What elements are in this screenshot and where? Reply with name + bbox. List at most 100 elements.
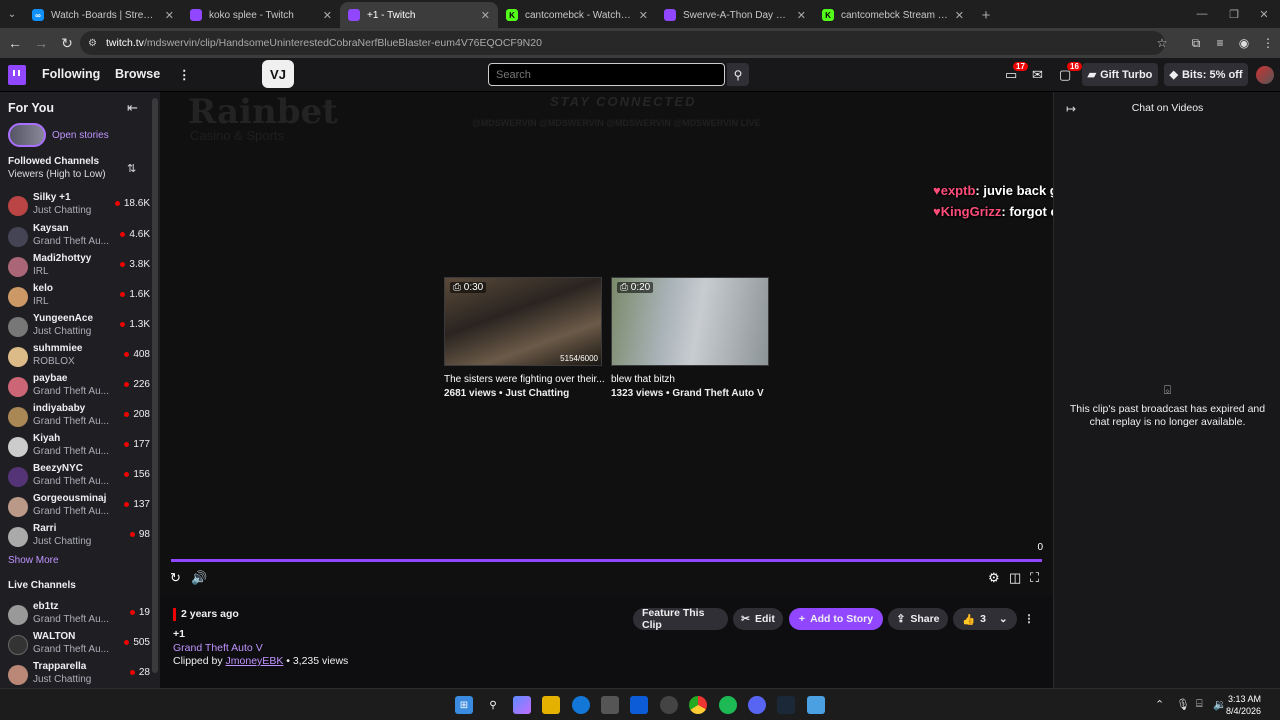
sidebar-scrollbar[interactable] [152, 98, 158, 673]
nav-following[interactable]: Following [42, 67, 100, 81]
share-button[interactable]: ⇪ Share [888, 608, 948, 630]
followed-channel[interactable]: Kaysan Grand Theft Au... 4.6K [8, 223, 150, 251]
clip-thumbnail[interactable]: ⎙ 0:20 [611, 277, 769, 366]
followed-channel[interactable]: YungeenAce Just Chatting 1.3K [8, 313, 150, 341]
collapse-sidebar-icon[interactable]: ⇤ [127, 100, 138, 116]
followed-channel[interactable]: Madi2hottyy IRL 3.8K [8, 253, 150, 281]
clip-thumbnail[interactable]: ⎙ 0:30 5154/6000 [444, 277, 602, 366]
reading-list-icon[interactable]: ≡ [1208, 36, 1232, 50]
site-info-icon[interactable]: ⚙ [88, 38, 97, 49]
extension-button[interactable]: VJ [262, 60, 294, 88]
tray-overflow-icon[interactable]: ⌃ [1155, 698, 1164, 711]
browser-tab[interactable]: Kcantcomebck Stream - Watch L ✕ [814, 2, 972, 28]
speaker-icon[interactable]: 🔉 [1213, 698, 1227, 711]
profile-icon[interactable]: ◉ [1232, 36, 1256, 50]
store-icon[interactable] [601, 696, 619, 714]
edit-button[interactable]: ✂ Edit [733, 608, 783, 630]
nav-browse[interactable]: Browse [115, 67, 160, 81]
back-icon[interactable]: ← [2, 30, 28, 56]
followed-channel[interactable]: Rarri Just Chatting 98 [8, 523, 150, 551]
bookmark-star-icon[interactable]: ☆ [1150, 36, 1174, 50]
followed-channel[interactable]: BeezyNYC Grand Theft Au... 156 [8, 463, 150, 491]
close-tab-icon[interactable]: ✕ [323, 9, 332, 22]
new-tab-button[interactable]: + [972, 2, 1000, 28]
minimize-icon[interactable]: — [1186, 0, 1218, 28]
video-player[interactable]: Rainbet Casino & Sports STAY CONNECTED @… [160, 92, 1053, 595]
live-channel[interactable]: eb1tz Grand Theft Au... 19 [8, 601, 150, 629]
browser-tab-active[interactable]: +1 - Twitch ✕ [340, 2, 498, 28]
volume-icon[interactable]: 🔊 [191, 570, 207, 586]
user-avatar[interactable] [1256, 66, 1274, 84]
discord-icon[interactable] [748, 696, 766, 714]
steam-icon[interactable] [777, 696, 795, 714]
address-bar[interactable]: ⚙ twitch.tv/mdswervin/clip/HandsomeUnint… [80, 31, 1165, 55]
browser-tab[interactable]: Kcantcomebck - Watch clips on K ✕ [498, 2, 656, 28]
clip-title[interactable]: blew that bitzh [611, 374, 776, 385]
chevron-down-icon[interactable]: ⌄ [999, 613, 1008, 625]
live-channel[interactable]: WALTON Grand Theft Au... 505 [8, 631, 150, 659]
search-input[interactable] [488, 63, 725, 86]
browser-menu-icon[interactable]: ⋮ [1256, 36, 1280, 50]
twitch-logo-icon[interactable] [8, 65, 26, 85]
followed-channel[interactable]: indiyababy Grand Theft Au... 208 [8, 403, 150, 431]
inbox-icon[interactable]: ✉ [1032, 67, 1043, 83]
tab-search-icon[interactable]: ⌄ [0, 0, 24, 28]
extensions-icon[interactable]: ⧉ [1184, 36, 1208, 51]
network-icon[interactable]: ⌸ [1196, 698, 1203, 711]
close-tab-icon[interactable]: ✕ [165, 9, 174, 22]
close-tab-icon[interactable]: ✕ [797, 9, 806, 22]
like-button[interactable]: 👍 3 ⌄ [953, 608, 1017, 630]
outlook-icon[interactable] [630, 696, 648, 714]
open-stories[interactable]: Open stories [8, 123, 109, 147]
clip-game-link[interactable]: Grand Theft Auto V [173, 642, 263, 654]
sort-icon[interactable]: ⇅ [127, 162, 136, 175]
followed-channel[interactable]: Gorgeousminaj Grand Theft Au... 137 [8, 493, 150, 521]
close-window-icon[interactable]: ✕ [1248, 0, 1280, 28]
clip-title[interactable]: The sisters were fighting over their... [444, 374, 609, 385]
feature-clip-button[interactable]: Feature This Clip [633, 607, 728, 631]
reload-icon[interactable]: ↻ [54, 30, 80, 56]
close-tab-icon[interactable]: ✕ [955, 9, 964, 22]
forward-icon[interactable]: → [28, 30, 54, 56]
search-icon[interactable]: ⚲ [484, 696, 502, 714]
progress-bar[interactable] [171, 559, 1042, 562]
followed-channel[interactable]: paybae Grand Theft Au... 226 [8, 373, 150, 401]
browser-tab[interactable]: koko splee - Twitch ✕ [182, 2, 340, 28]
bits-button[interactable]: ◆ Bits: 5% off [1164, 63, 1248, 86]
notepad-icon[interactable] [807, 696, 825, 714]
fullscreen-icon[interactable]: ⛶ [1030, 570, 1039, 586]
copilot-icon[interactable] [513, 696, 531, 714]
gift-turbo-button[interactable]: ▰ Gift Turbo [1082, 63, 1158, 86]
more-options-icon[interactable]: ⋮ [1022, 608, 1036, 630]
followed-channel[interactable]: kelo IRL 1.6K [8, 283, 150, 311]
followed-channel[interactable]: suhmmiee ROBLOX 408 [8, 343, 150, 371]
close-tab-icon[interactable]: ✕ [639, 9, 648, 22]
github-icon[interactable] [660, 696, 678, 714]
recommended-clip[interactable]: ⎙ 0:20 blew that bitzh 1323 views • Gran… [611, 277, 769, 399]
system-clock[interactable]: 3:13 AM 8/4/2026 [1226, 693, 1261, 717]
file-explorer-icon[interactable] [542, 696, 560, 714]
notifications-icon[interactable]: ▭ 17 [1005, 62, 1028, 83]
microphone-icon[interactable]: 🎙 [1176, 698, 1190, 711]
followed-channel[interactable]: Silky +1 Just Chatting 18.6K [8, 192, 150, 220]
followed-channel[interactable]: Kiyah Grand Theft Au... 177 [8, 433, 150, 461]
nav-more-icon[interactable]: ⋮ [178, 67, 191, 82]
live-channel[interactable]: Trapparella Just Chatting 28 [8, 661, 150, 688]
clipper-link[interactable]: JmoneyEBK [226, 655, 284, 667]
search-icon[interactable]: ⚲ [727, 63, 749, 86]
recommended-clip[interactable]: ⎙ 0:30 5154/6000 The sisters were fighti… [444, 277, 605, 399]
spotify-icon[interactable] [719, 696, 737, 714]
replay-icon[interactable]: ↻ [170, 570, 181, 586]
whispers-icon[interactable]: ▢ 16 [1059, 62, 1082, 83]
edge-icon[interactable] [572, 696, 590, 714]
start-icon[interactable]: ⊞ [455, 696, 473, 714]
maximize-icon[interactable]: ❐ [1218, 0, 1250, 28]
show-more-link[interactable]: Show More [8, 555, 59, 566]
settings-gear-icon[interactable]: ⚙ [988, 570, 1000, 586]
close-tab-icon[interactable]: ✕ [481, 9, 490, 22]
browser-tab[interactable]: ∞ Watch -Boards | Streamable ✕ [24, 2, 182, 28]
add-to-story-button[interactable]: + Add to Story [789, 608, 883, 630]
browser-tab[interactable]: Swerve-A-Thon Day 16 🎅 | Sur ✕ [656, 2, 814, 28]
theatre-mode-icon[interactable]: ◫ [1009, 570, 1021, 586]
chrome-icon[interactable] [689, 696, 707, 714]
